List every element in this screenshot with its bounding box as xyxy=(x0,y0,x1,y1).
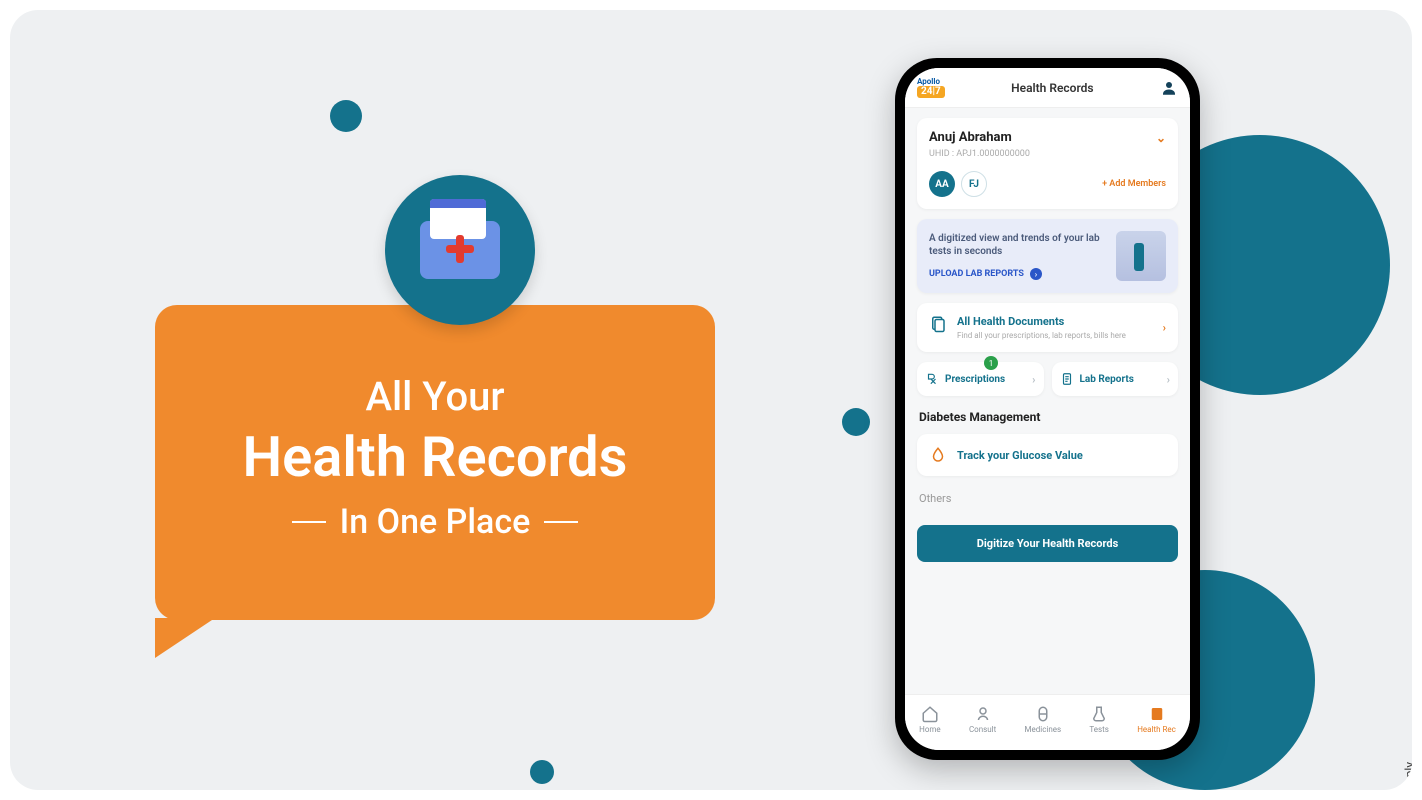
promo-illustration xyxy=(1116,231,1166,281)
chevron-right-icon: › xyxy=(1167,373,1170,386)
digitize-cta-button[interactable]: Digitize Your Health Records xyxy=(917,525,1178,562)
headline-line2: Health Records xyxy=(243,424,628,490)
promo-canvas: All Your Health Records In One Place T&C… xyxy=(10,10,1412,790)
tab-home[interactable]: Home xyxy=(919,705,941,734)
terms-note: T&C Apply xyxy=(1402,762,1412,790)
headline-bubble: All Your Health Records In One Place xyxy=(155,305,715,620)
tab-consult[interactable]: Consult xyxy=(969,705,996,734)
tests-icon xyxy=(1090,705,1108,723)
headline-line1: All Your xyxy=(365,373,504,420)
glucose-icon xyxy=(929,446,947,464)
add-members-link[interactable]: + Add Members xyxy=(1102,179,1166,189)
chevron-right-icon: › xyxy=(1032,373,1035,386)
section-header-others: Others xyxy=(917,492,1178,505)
rx-icon xyxy=(925,372,939,386)
prescriptions-card[interactable]: 1 Prescriptions › xyxy=(917,362,1044,396)
profile-icon[interactable] xyxy=(1160,79,1178,97)
upload-promo-card[interactable]: A digitized view and trends of your lab … xyxy=(917,219,1178,293)
decor-dot xyxy=(530,760,554,784)
avatar[interactable]: FJ xyxy=(961,171,987,197)
decor-dash xyxy=(544,521,578,523)
brand-logo[interactable]: Apollo 24|7 xyxy=(917,78,945,98)
section-header-diabetes: Diabetes Management xyxy=(917,410,1178,424)
decor-dot xyxy=(842,408,870,436)
promo-text: A digitized view and trends of your lab … xyxy=(929,232,1108,258)
decor-dash xyxy=(292,521,326,523)
documents-icon xyxy=(929,315,947,333)
tab-tests[interactable]: Tests xyxy=(1089,705,1109,734)
arrow-right-icon: › xyxy=(1030,268,1042,280)
consult-icon xyxy=(974,705,992,723)
all-docs-sub: Find all your prescriptions, lab reports… xyxy=(957,331,1126,340)
report-icon xyxy=(1060,372,1074,386)
track-glucose-row[interactable]: Track your Glucose Value xyxy=(917,434,1178,476)
headline-line3: In One Place xyxy=(340,502,531,542)
upload-lab-reports-link[interactable]: UPLOAD LAB REPORTS › xyxy=(929,268,1108,280)
bottom-tabbar: Home Consult Medicines Tests Health Rec xyxy=(905,694,1190,750)
all-health-documents-row[interactable]: All Health Documents Find all your presc… xyxy=(917,303,1178,352)
app-topbar: Apollo 24|7 Health Records xyxy=(905,68,1190,108)
home-icon xyxy=(921,705,939,723)
chevron-right-icon: › xyxy=(1163,321,1166,334)
phone-frame: Apollo 24|7 Health Records Anuj Abraham … xyxy=(895,58,1200,760)
user-uhid: UHID : APJ1.0000000000 xyxy=(929,149,1166,159)
tab-health-records[interactable]: Health Rec xyxy=(1137,705,1176,734)
page-title: Health Records xyxy=(1011,81,1094,95)
decor-dot xyxy=(330,100,362,132)
user-card[interactable]: Anuj Abraham ⌄ UHID : APJ1.0000000000 AA… xyxy=(917,118,1178,209)
avatar[interactable]: AA xyxy=(929,171,955,197)
phone-screen: Apollo 24|7 Health Records Anuj Abraham … xyxy=(905,68,1190,750)
user-name: Anuj Abraham xyxy=(929,130,1012,145)
lab-reports-card[interactable]: Lab Reports › xyxy=(1052,362,1179,396)
count-badge: 1 xyxy=(984,356,998,370)
medicines-icon xyxy=(1034,705,1052,723)
records-icon xyxy=(1148,705,1166,723)
all-docs-title: All Health Documents xyxy=(957,315,1126,328)
folder-badge-icon xyxy=(385,175,535,325)
tab-medicines[interactable]: Medicines xyxy=(1025,705,1062,734)
chevron-down-icon[interactable]: ⌄ xyxy=(1156,131,1166,145)
